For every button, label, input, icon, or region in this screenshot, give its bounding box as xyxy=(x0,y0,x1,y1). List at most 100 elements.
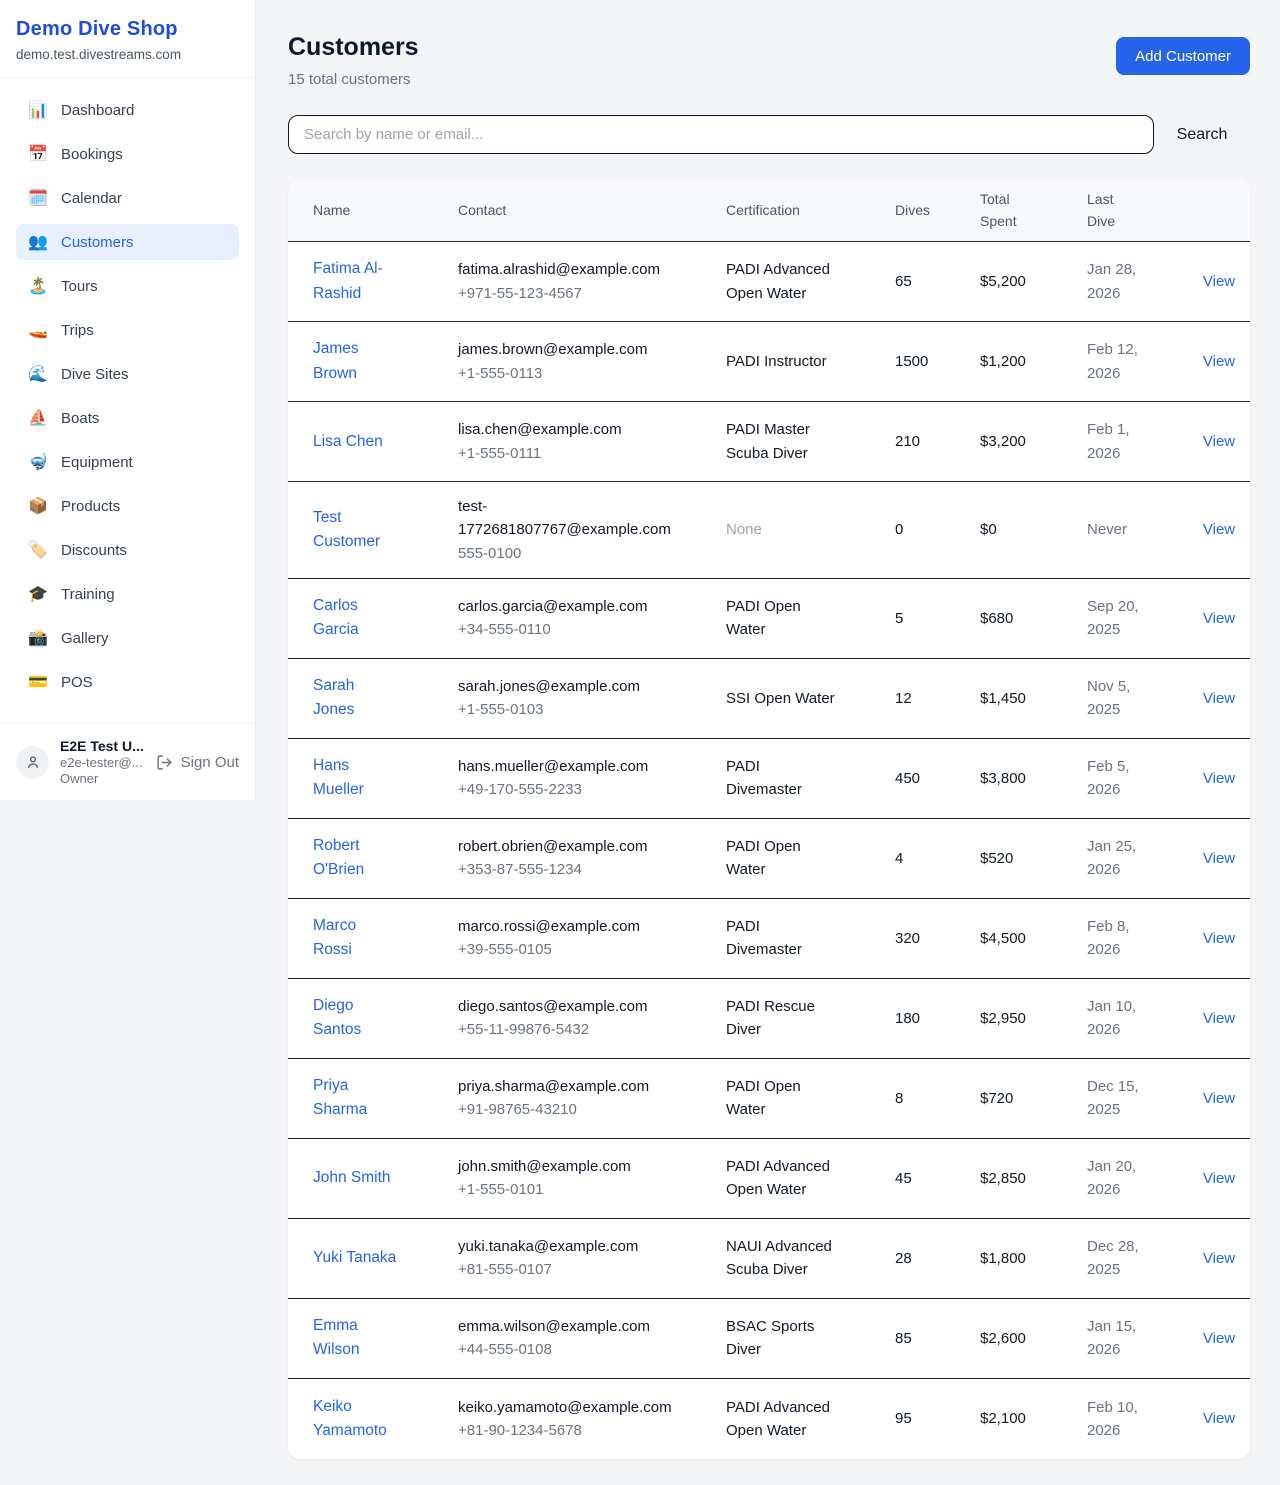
sidebar-item-calendar[interactable]: 🗓️ Calendar xyxy=(16,180,239,216)
customer-name-link[interactable]: Test Customer xyxy=(313,506,399,554)
customer-email: diego.santos@example.com xyxy=(458,995,648,1018)
customer-total-spent: $5,200 xyxy=(980,270,1026,293)
view-customer-link[interactable]: View xyxy=(1203,1170,1235,1187)
customer-name-link[interactable]: James Brown xyxy=(313,337,399,385)
sidebar-item-label: Equipment xyxy=(61,454,133,471)
sidebar-item-customers[interactable]: 👥 Customers xyxy=(16,224,239,260)
search-button[interactable]: Search xyxy=(1154,126,1250,144)
customer-dives: 0 xyxy=(895,518,903,541)
sidebar-item-products[interactable]: 📦 Products xyxy=(16,488,239,524)
customer-email: james.brown@example.com xyxy=(458,338,647,361)
sidebar-item-trips[interactable]: 🚤 Trips xyxy=(16,312,239,348)
view-customer-link[interactable]: View xyxy=(1203,770,1235,787)
view-customer-link[interactable]: View xyxy=(1203,930,1235,947)
customer-name-link[interactable]: John Smith xyxy=(313,1166,391,1190)
view-customer-link[interactable]: View xyxy=(1203,273,1235,290)
customers-icon: 👥 xyxy=(28,232,48,252)
customer-name-link[interactable]: Keiko Yamamoto xyxy=(313,1395,399,1443)
products-icon: 📦 xyxy=(28,496,48,516)
view-customer-link[interactable]: View xyxy=(1203,433,1235,450)
customer-total-spent: $1,800 xyxy=(980,1247,1026,1270)
customer-name-link[interactable]: Hans Mueller xyxy=(313,754,399,802)
customer-last-dive: Feb 10, 2026 xyxy=(1087,1396,1147,1443)
view-customer-link[interactable]: View xyxy=(1203,1250,1235,1267)
customer-email: sarah.jones@example.com xyxy=(458,675,640,698)
view-customer-link[interactable]: View xyxy=(1203,690,1235,707)
customer-dives: 320 xyxy=(895,927,920,950)
customer-phone: +39-555-0105 xyxy=(458,938,640,961)
customer-email: john.smith@example.com xyxy=(458,1155,631,1178)
view-customer-link[interactable]: View xyxy=(1203,521,1235,538)
sidebar-item-gallery[interactable]: 📸 Gallery xyxy=(16,620,239,656)
view-customer-link[interactable]: View xyxy=(1203,610,1235,627)
sidebar-item-tours[interactable]: 🏝️ Tours xyxy=(16,268,239,304)
customer-last-dive: Nov 5, 2025 xyxy=(1087,675,1147,722)
customer-phone: +81-90-1234-5678 xyxy=(458,1419,672,1442)
sidebar-item-training[interactable]: 🎓 Training xyxy=(16,576,239,612)
column-header-total-spent: Total Spent xyxy=(980,189,1087,232)
customer-last-dive: Feb 5, 2026 xyxy=(1087,755,1147,802)
sidebar-item-boats[interactable]: ⛵ Boats xyxy=(16,400,239,436)
customer-name-link[interactable]: Sarah Jones xyxy=(313,674,399,722)
search-row: Search xyxy=(288,115,1250,154)
calendar-icon: 🗓️ xyxy=(28,188,48,208)
column-header-last-dive: Last Dive xyxy=(1087,189,1194,232)
view-customer-link[interactable]: View xyxy=(1203,1410,1235,1427)
customer-name-link[interactable]: Carlos Garcia xyxy=(313,594,399,642)
customer-email: priya.sharma@example.com xyxy=(458,1075,649,1098)
sidebar-item-discounts[interactable]: 🏷️ Discounts xyxy=(16,532,239,568)
customer-total-spent: $2,950 xyxy=(980,1007,1026,1030)
sidebar-item-label: Trips xyxy=(61,322,94,339)
sidebar-item-bookings[interactable]: 📅 Bookings xyxy=(16,136,239,172)
table-row: Robert O'Brien robert.obrien@example.com… xyxy=(288,819,1250,899)
customer-dives: 1500 xyxy=(895,350,928,373)
sidebar-item-dive-sites[interactable]: 🌊 Dive Sites xyxy=(16,356,239,392)
view-customer-link[interactable]: View xyxy=(1203,850,1235,867)
search-input[interactable] xyxy=(288,115,1154,154)
table-row: Marco Rossi marco.rossi@example.com +39-… xyxy=(288,899,1250,979)
customer-name-link[interactable]: Robert O'Brien xyxy=(313,834,399,882)
dive-sites-icon: 🌊 xyxy=(28,364,48,384)
sidebar-user-footer: E2E Test U... e2e-tester@... Owner Sign … xyxy=(0,723,255,800)
view-customer-link[interactable]: View xyxy=(1203,1090,1235,1107)
customer-certification: PADI Divemaster xyxy=(726,755,838,802)
customer-dives: 12 xyxy=(895,687,912,710)
customer-certification: PADI Rescue Diver xyxy=(726,995,838,1042)
boats-icon: ⛵ xyxy=(28,408,48,428)
view-customer-link[interactable]: View xyxy=(1203,1330,1235,1347)
table-row: Fatima Al-Rashid fatima.alrashid@example… xyxy=(288,242,1250,322)
customer-phone: +1-555-0111 xyxy=(458,442,622,465)
customer-name-link[interactable]: Priya Sharma xyxy=(313,1074,399,1122)
user-info: E2E Test U... e2e-tester@... Owner xyxy=(60,738,145,786)
view-customer-link[interactable]: View xyxy=(1203,353,1235,370)
customer-total-spent: $1,450 xyxy=(980,687,1026,710)
customer-total-spent: $3,800 xyxy=(980,767,1026,790)
user-name: E2E Test U... xyxy=(60,738,145,754)
customer-dives: 8 xyxy=(895,1087,903,1110)
view-customer-link[interactable]: View xyxy=(1203,1010,1235,1027)
customer-phone: +1-555-0103 xyxy=(458,698,640,721)
customer-phone: 555-0100 xyxy=(458,542,686,565)
sign-out-button[interactable]: Sign Out xyxy=(156,754,239,771)
customer-name-link[interactable]: Diego Santos xyxy=(313,994,399,1042)
sidebar-item-pos[interactable]: 💳 POS xyxy=(16,664,239,700)
customer-last-dive: Never xyxy=(1087,518,1127,541)
sidebar-item-dashboard[interactable]: 📊 Dashboard xyxy=(16,92,239,128)
customer-name-link[interactable]: Emma Wilson xyxy=(313,1314,399,1362)
bookings-icon: 📅 xyxy=(28,144,48,164)
customer-certification: PADI Instructor xyxy=(726,350,827,373)
customer-phone: +81-555-0107 xyxy=(458,1258,638,1281)
customer-certification: PADI Open Water xyxy=(726,1075,838,1122)
customer-name-link[interactable]: Marco Rossi xyxy=(313,914,399,962)
customer-name-link[interactable]: Fatima Al-Rashid xyxy=(313,257,399,305)
gallery-icon: 📸 xyxy=(28,628,48,648)
customer-total-spent: $720 xyxy=(980,1087,1013,1110)
customer-phone: +1-555-0113 xyxy=(458,362,647,385)
sidebar-item-equipment[interactable]: 🤿 Equipment xyxy=(16,444,239,480)
customer-name-link[interactable]: Lisa Chen xyxy=(313,430,383,454)
add-customer-button[interactable]: Add Customer xyxy=(1116,37,1250,75)
column-header-certification: Certification xyxy=(726,199,895,221)
customer-name-link[interactable]: Yuki Tanaka xyxy=(313,1246,396,1270)
customer-phone: +91-98765-43210 xyxy=(458,1098,649,1121)
table-row: Lisa Chen lisa.chen@example.com +1-555-0… xyxy=(288,402,1250,482)
